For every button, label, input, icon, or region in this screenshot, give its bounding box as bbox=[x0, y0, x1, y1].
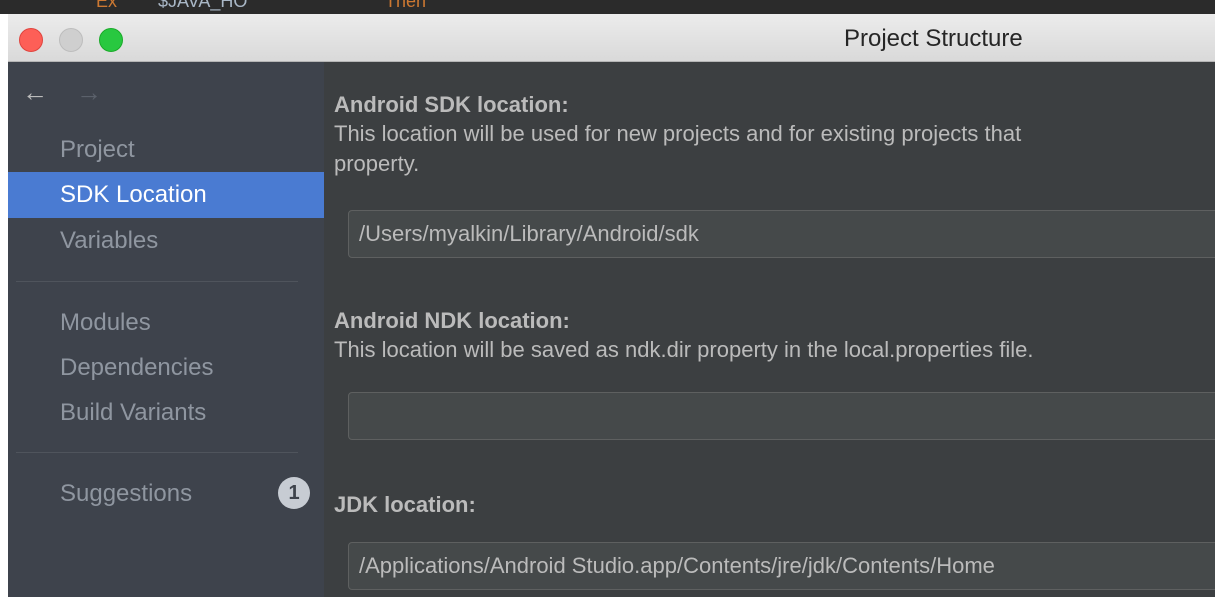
sidebar-item-label: Build Variants bbox=[60, 399, 207, 426]
sidebar: ← → Project SDK Location Variables Modul… bbox=[8, 62, 324, 597]
sidebar-item-build-variants[interactable]: Build Variants bbox=[8, 390, 324, 436]
android-ndk-heading: Android NDK location: bbox=[334, 308, 570, 333]
android-sdk-heading: Android SDK location: bbox=[334, 92, 569, 117]
sidebar-divider bbox=[16, 281, 298, 282]
sidebar-item-label: Modules bbox=[60, 309, 151, 336]
sidebar-item-label: Dependencies bbox=[60, 354, 214, 381]
android-ndk-description: This location will be saved as ndk.dir p… bbox=[334, 337, 1034, 362]
sidebar-item-project[interactable]: Project bbox=[8, 127, 324, 173]
window-title: Project Structure bbox=[844, 25, 1023, 52]
jdk-path-input[interactable]: /Applications/Android Studio.app/Content… bbox=[348, 542, 1215, 590]
title-bar: Project Structure bbox=[8, 14, 1215, 62]
sidebar-item-label: SDK Location bbox=[60, 181, 207, 208]
maximize-window-button[interactable] bbox=[99, 28, 123, 52]
background-editor-strip: Ex $JAVA_HO Then bbox=[0, 0, 1215, 14]
android-ndk-path-input[interactable] bbox=[348, 392, 1215, 440]
sidebar-item-label: Project bbox=[60, 136, 135, 163]
sidebar-item-label: Suggestions bbox=[60, 480, 193, 507]
sdk-location-panel: Android SDK location: This location will… bbox=[324, 62, 1215, 597]
suggestions-count-badge: 1 bbox=[278, 477, 310, 509]
android-sdk-description-line-2: property. bbox=[334, 151, 420, 176]
sidebar-item-dependencies[interactable]: Dependencies bbox=[8, 345, 324, 391]
sidebar-item-label: Variables bbox=[60, 227, 159, 254]
jdk-heading: JDK location: bbox=[334, 492, 476, 517]
sidebar-divider bbox=[16, 452, 298, 453]
sidebar-item-suggestions[interactable]: Suggestions 1 bbox=[8, 471, 324, 517]
sidebar-item-modules[interactable]: Modules bbox=[8, 300, 324, 346]
background-text: Ex bbox=[96, 0, 118, 11]
android-sdk-path-input[interactable]: /Users/myalkin/Library/Android/sdk bbox=[348, 210, 1215, 258]
background-text: Then bbox=[385, 0, 427, 11]
back-arrow-icon[interactable]: ← bbox=[22, 79, 48, 105]
forward-arrow-icon[interactable]: → bbox=[76, 79, 102, 105]
project-structure-window: Project Structure ← → Project SDK Locati… bbox=[8, 14, 1215, 597]
close-window-button[interactable] bbox=[19, 28, 43, 52]
android-sdk-description-line-1: This location will be used for new proje… bbox=[334, 121, 1022, 146]
sidebar-item-sdk-location[interactable]: SDK Location bbox=[8, 172, 324, 218]
sidebar-item-variables[interactable]: Variables bbox=[8, 218, 324, 264]
background-text: $JAVA_HO bbox=[158, 0, 248, 11]
minimize-window-button[interactable] bbox=[59, 28, 83, 52]
